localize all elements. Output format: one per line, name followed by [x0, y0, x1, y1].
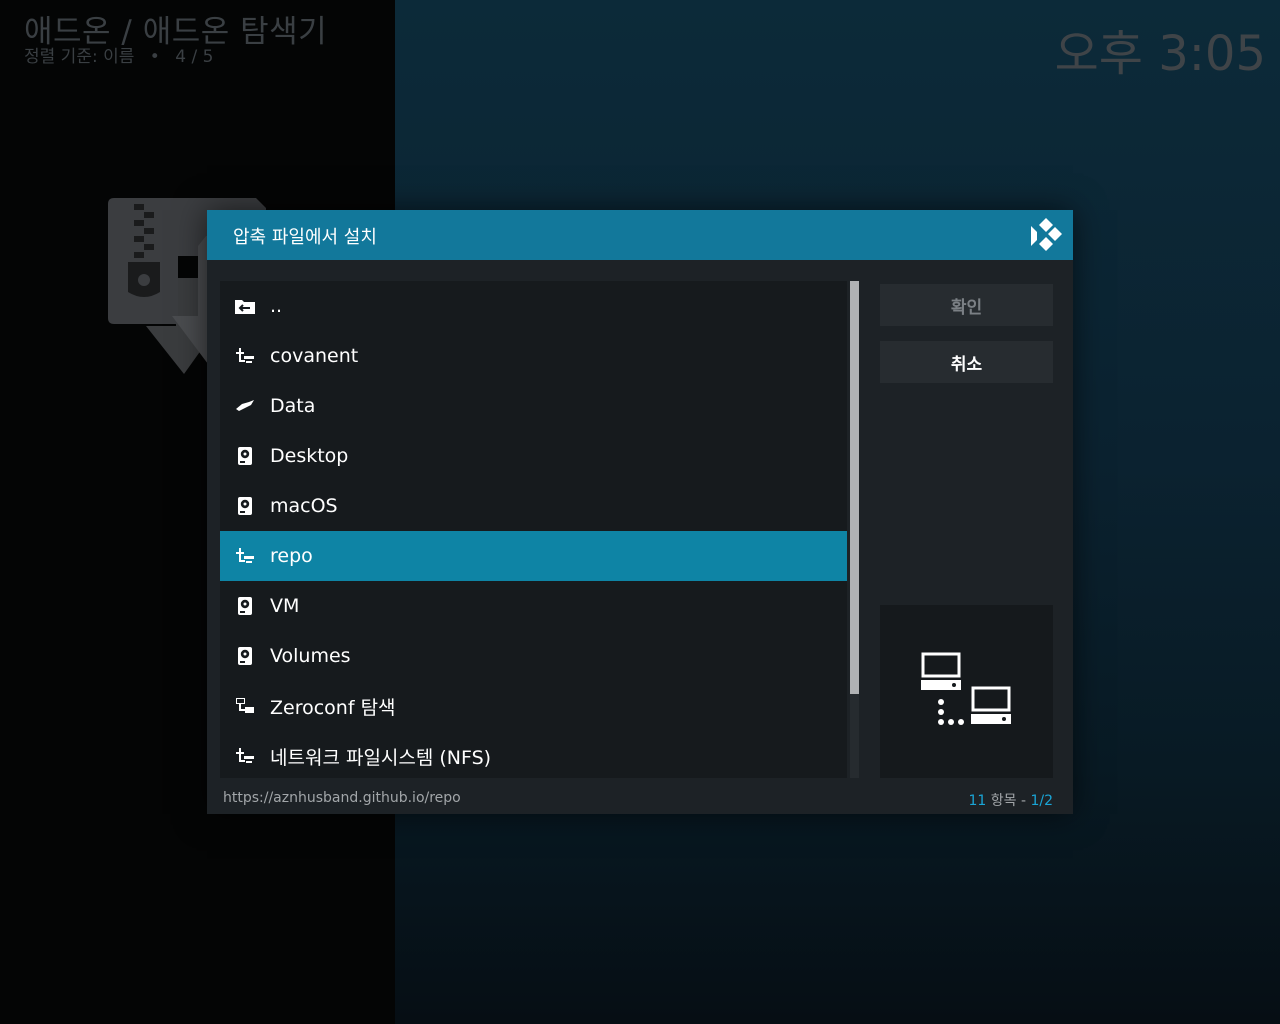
cancel-button[interactable]: 취소: [880, 341, 1053, 383]
install-from-zip-dialog: 압축 파일에서 설치 .. covanent Data Desktop macOS rep…: [207, 210, 1073, 814]
file-list-item[interactable]: Data: [220, 381, 847, 431]
data-icon: [220, 381, 270, 431]
clock: 오후 3:05: [1054, 26, 1266, 82]
item-position: 4 / 5: [175, 47, 214, 67]
hard-drive-icon: [220, 431, 270, 481]
page-indicator: 1/2: [1030, 793, 1053, 809]
preview-panel: [880, 605, 1053, 778]
sort-info: 정렬 기준: 이름 • 4 / 5: [24, 42, 213, 67]
scrollbar[interactable]: [850, 281, 859, 778]
file-list-item-label: 네트워크 파일시스템 (NFS): [270, 746, 492, 769]
network-share-icon: [220, 531, 270, 581]
sort-label: 정렬 기준: 이름: [24, 47, 135, 67]
file-list-item-label: ..: [270, 295, 283, 317]
file-list-item-label: Zeroconf 탐색: [270, 696, 396, 719]
file-list-item[interactable]: Zeroconf 탐색: [220, 681, 847, 731]
file-list-item-label: VM: [270, 595, 300, 617]
file-list-item-label: Desktop: [270, 445, 349, 467]
folder-back-icon: [220, 281, 270, 331]
file-list-item-label: Volumes: [270, 645, 351, 667]
hard-drive-icon: [220, 481, 270, 531]
network-computers-icon: [920, 652, 1011, 725]
file-list-item[interactable]: repo: [220, 531, 847, 581]
hard-drive-icon: [220, 581, 270, 631]
sort-separator: •: [149, 47, 160, 67]
file-list-item[interactable]: VM: [220, 581, 847, 631]
file-list-item[interactable]: Volumes: [220, 631, 847, 681]
file-list-item[interactable]: covanent: [220, 331, 847, 381]
hard-drive-icon: [220, 631, 270, 681]
item-count: 11 항목 - 1/2: [968, 790, 1053, 810]
kodi-logo-icon: [1031, 218, 1062, 251]
scrollbar-thumb[interactable]: [850, 281, 859, 694]
file-list: .. covanent Data Desktop macOS repo VM Volumes Z…: [220, 281, 847, 778]
item-count-suffix: 항목 -: [990, 793, 1027, 809]
file-list-item-label: covanent: [270, 345, 359, 367]
dialog-header: 압축 파일에서 설치: [207, 210, 1073, 260]
item-count-number: 11: [968, 793, 987, 809]
file-list-item[interactable]: macOS: [220, 481, 847, 531]
ok-button[interactable]: 확인: [880, 284, 1053, 326]
current-path: https://aznhusband.github.io/repo: [223, 790, 461, 806]
dialog-title: 압축 파일에서 설치: [233, 227, 377, 248]
network-browse-icon: [220, 681, 270, 731]
file-list-item-label: Data: [270, 395, 316, 417]
file-list-item[interactable]: Desktop: [220, 431, 847, 481]
file-list-item[interactable]: ..: [220, 281, 847, 331]
file-list-item-label: repo: [270, 545, 313, 567]
file-list-item[interactable]: 네트워크 파일시스템 (NFS): [220, 731, 847, 781]
network-share-icon: [220, 331, 270, 381]
file-list-item-label: macOS: [270, 495, 338, 517]
network-share-icon: [220, 731, 270, 781]
